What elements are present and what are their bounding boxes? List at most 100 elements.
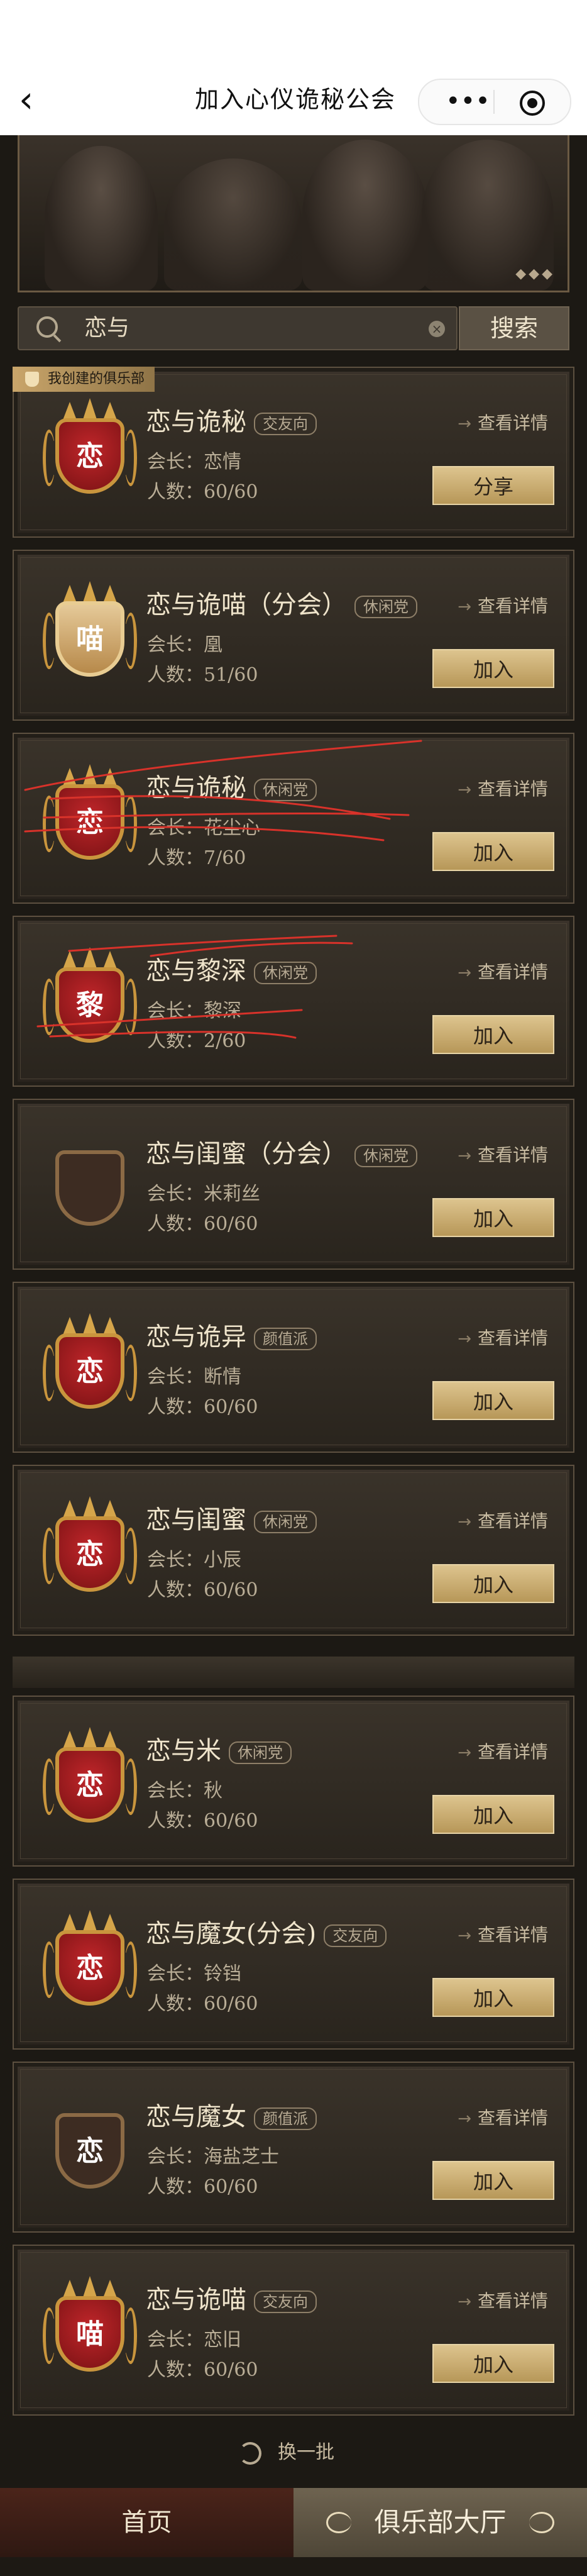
view-details-link[interactable]: → 查看详情 [458,1921,548,1946]
view-details-label: 查看详情 [477,1741,548,1762]
refresh-label: 换一批 [278,2441,334,2463]
view-details-link[interactable]: → 查看详情 [458,775,548,801]
share-button[interactable]: 分享 [432,466,554,505]
club-name-text: 恋与诡秘 [146,774,246,802]
search-input-value[interactable]: 恋与 [84,308,129,349]
club-tag: 休闲党 [354,596,417,618]
club-card[interactable]: 黎 恋与黎深 休闲党 会长：黎深 人数：2/60 → 查看详情 加入 [13,916,574,1087]
club-emblem: 恋 [43,398,137,505]
arrow-right-icon: → [458,414,471,433]
join-button[interactable]: 加入 [432,2344,554,2383]
club-members: 人数：60/60 [147,1993,258,2015]
join-button[interactable]: 加入 [432,649,554,688]
arrow-right-icon: → [458,1330,471,1348]
club-card[interactable]: 恋 恋与诡异 颜值派 会长：断情 人数：60/60 → 查看详情 加入 [13,1282,574,1453]
shield-icon [25,372,39,387]
club-name-text: 恋与诡秘 [146,408,246,436]
join-button[interactable]: 加入 [432,1015,554,1054]
arrow-right-icon: → [458,1513,471,1531]
arrow-right-icon: → [458,1926,471,1945]
wing-icon [124,1758,137,1815]
arrow-right-icon: → [458,963,471,982]
my-club-badge: 我创建的俱乐部 [13,367,155,392]
list-section-divider [13,1657,574,1688]
club-card[interactable]: 恋 恋与闺蜜 休闲党 会长：小辰 人数：60/60 → 查看详情 加入 [13,1465,574,1636]
join-button[interactable]: 加入 [432,1564,554,1603]
club-name-text: 恋与魔女(分会) [146,1919,317,1948]
club-card[interactable]: 喵 恋与诡喵（分会） 休闲党 会长：凰 人数：51/60 → 查看详情 加入 [13,550,574,721]
club-members: 人数：51/60 [147,664,258,686]
refresh-button[interactable]: 换一批 [239,2435,334,2470]
search-input[interactable]: 恋与 × [18,306,458,350]
emblem-letter: 恋 [76,1952,104,1984]
join-button[interactable]: 加入 [432,1381,554,1420]
view-details-label: 查看详情 [477,962,548,982]
club-name: 恋与诡秘 交友向 [146,404,317,440]
wing-icon [124,2307,137,2364]
wing-icon [43,430,55,486]
wing-icon [43,1941,55,1998]
club-tag: 休闲党 [229,1741,292,1764]
club-tag: 颜值派 [254,1328,317,1350]
join-button[interactable]: 加入 [432,1795,554,1834]
club-card[interactable]: 恋 恋与诡秘 交友向 会长：恋情 人数：60/60 → 查看详情 分享 [13,367,574,538]
emblem-letter: 恋 [76,2135,104,2167]
wing-icon [43,1528,55,1584]
wing-icon [124,430,137,486]
club-emblem: 喵 [43,2276,137,2383]
mini-program-topbar: ‹ 加入心仪诡秘公会 ••• [0,0,587,135]
club-name: 恋与魔女(分会) 交友向 [146,1916,387,1951]
club-card[interactable]: 恋与闺蜜（分会） 休闲党 会长：米莉丝 人数：60/60 → 查看详情 加入 [13,1099,574,1270]
club-card[interactable]: 恋 恋与诡秘 休闲党 会长：花尘心 人数：7/60 → 查看详情 加入 [13,733,574,904]
view-details-link[interactable]: → 查看详情 [458,592,548,618]
club-leader: 会长：秋 [147,1780,222,1802]
club-emblem: 喵 [43,581,137,688]
wing-icon [124,1528,137,1584]
club-emblem: 恋 [43,1313,137,1420]
club-leader: 会长：海盐芝士 [147,2146,279,2168]
club-name-text: 恋与米 [146,1736,221,1765]
target-circle-icon[interactable] [520,91,545,116]
join-button[interactable]: 加入 [432,1198,554,1237]
join-button[interactable]: 加入 [432,1978,554,2017]
club-card[interactable]: 恋 恋与魔女 颜值派 会长：海盐芝士 人数：60/60 → 查看详情 加入 [13,2062,574,2233]
join-button[interactable]: 加入 [432,2161,554,2200]
club-card[interactable]: 喵 恋与诡喵 交友向 会长：恋旧 人数：60/60 → 查看详情 加入 [13,2245,574,2416]
club-name: 恋与闺蜜（分会） 休闲党 [146,1136,417,1172]
chevron-left-icon[interactable]: ‹ [19,80,44,118]
club-name-text: 恋与诡异 [146,1323,246,1352]
club-card[interactable]: 恋 恋与米 休闲党 会长：秋 人数：60/60 → 查看详情 加入 [13,1696,574,1867]
club-leader: 会长：铃铛 [147,1963,241,1985]
view-details-link[interactable]: → 查看详情 [458,1324,548,1350]
club-members: 人数：2/60 [147,1030,246,1052]
view-details-link[interactable]: → 查看详情 [458,1507,548,1533]
arrow-right-icon: → [458,2109,471,2128]
view-details-link[interactable]: → 查看详情 [458,1141,548,1167]
tab-home[interactable]: 首页 [0,2488,294,2557]
arrow-right-icon: → [458,780,471,799]
club-name: 恋与诡喵 交友向 [146,2282,317,2318]
search-button[interactable]: 搜索 [459,306,569,350]
my-club-badge-label: 我创建的俱乐部 [48,371,145,387]
view-details-link[interactable]: → 查看详情 [458,2287,548,2312]
join-button[interactable]: 加入 [432,832,554,871]
view-details-link[interactable]: → 查看详情 [458,1738,548,1763]
view-details-link[interactable]: → 查看详情 [458,409,548,435]
club-name: 恋与魔女 颜值派 [146,2099,317,2135]
club-card[interactable]: 恋 恋与魔女(分会) 交友向 会长：铃铛 人数：60/60 → 查看详情 加入 [13,1879,574,2050]
club-tag: 休闲党 [354,1145,417,1167]
wing-icon [43,796,55,852]
wing-icon [43,1345,55,1401]
view-details-link[interactable]: → 查看详情 [458,958,548,984]
banner-pager-dots[interactable]: ◆◆◆ [515,266,555,282]
more-dots-icon[interactable]: ••• [446,86,490,116]
emblem-letter: 恋 [76,1355,104,1387]
arrow-right-icon: → [458,1146,471,1165]
view-details-link[interactable]: → 查看详情 [458,2104,548,2129]
clear-icon[interactable]: × [429,321,445,337]
club-leader: 会长：花尘心 [147,817,260,839]
view-details-label: 查看详情 [477,2107,548,2128]
club-leader: 会长：黎深 [147,1000,241,1022]
tab-club-hall[interactable]: 俱乐部大厅 [294,2488,587,2557]
emblem-letter: 恋 [76,1538,104,1570]
